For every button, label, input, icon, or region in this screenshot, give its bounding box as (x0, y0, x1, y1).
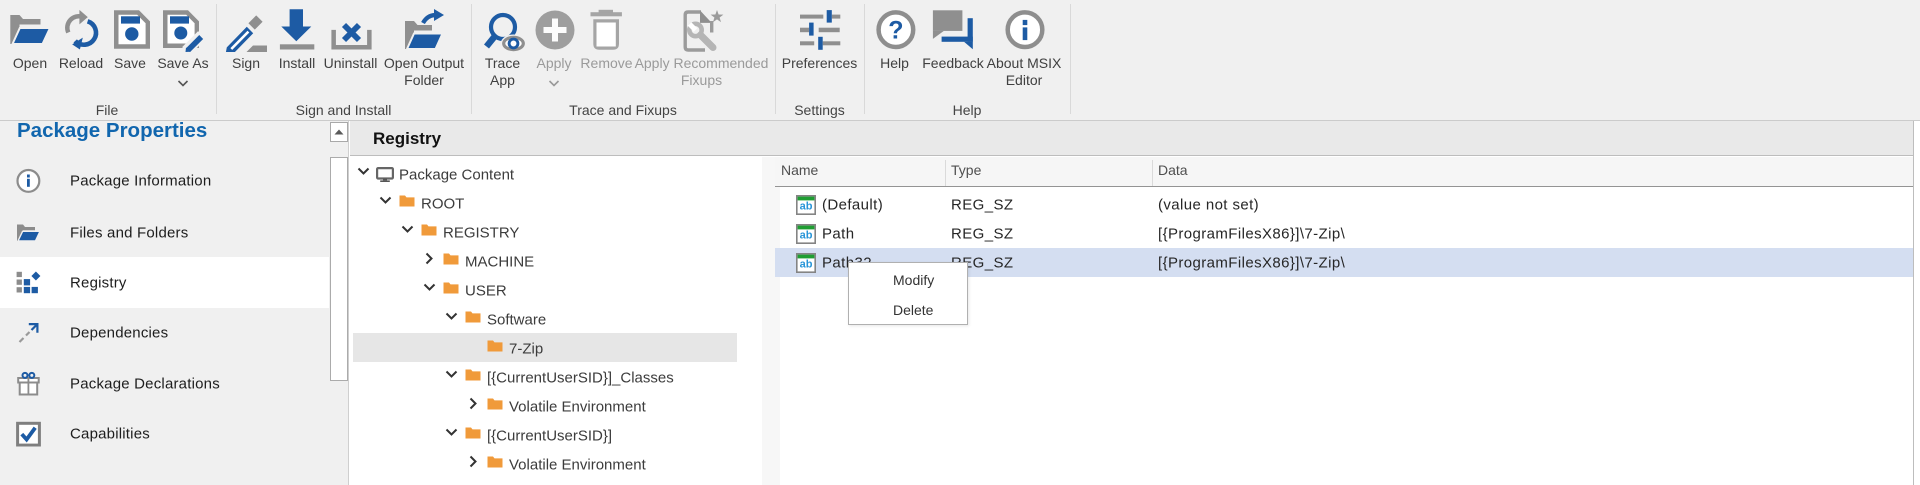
svg-text:ab: ab (800, 229, 813, 241)
svg-text:ab: ab (800, 258, 813, 270)
svg-text:ab: ab (800, 200, 813, 212)
svg-text:?: ? (888, 17, 903, 45)
